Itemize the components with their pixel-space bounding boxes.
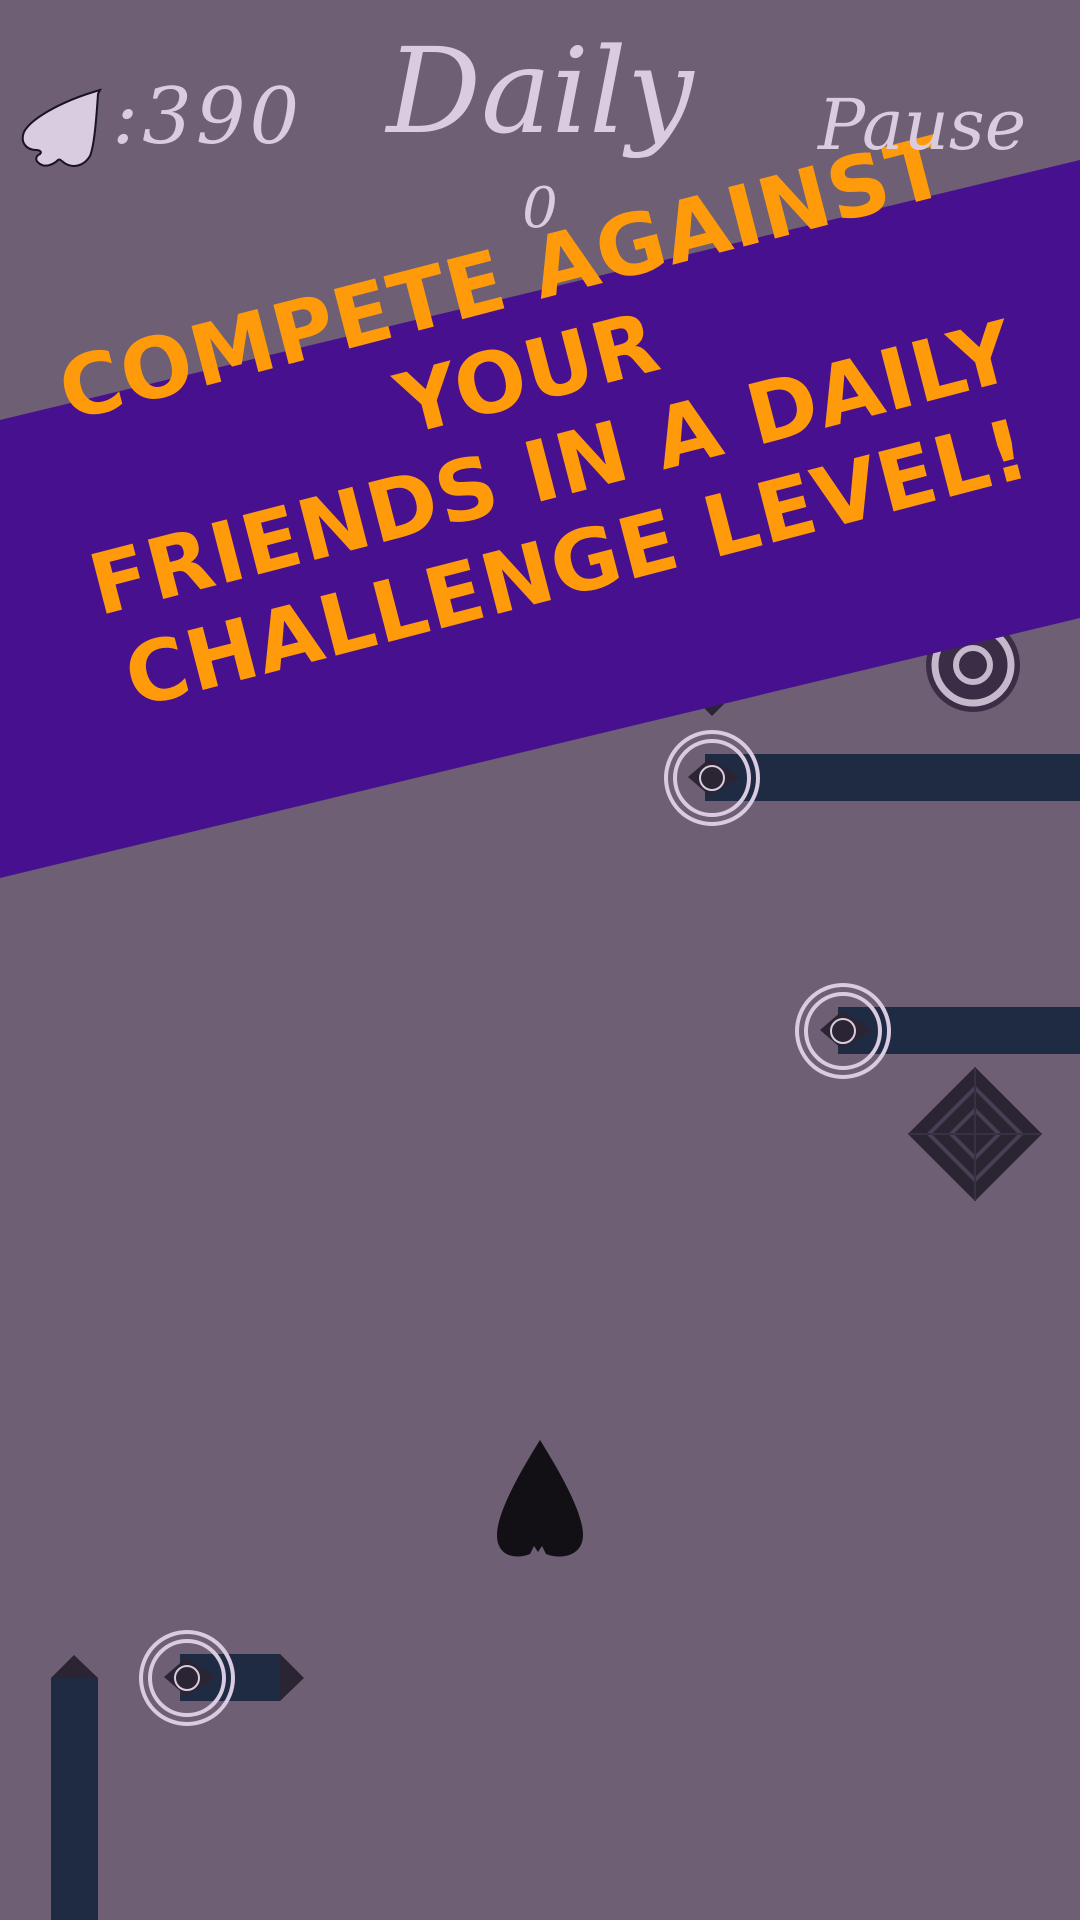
bar-end-cap xyxy=(280,1654,304,1701)
platform-bar xyxy=(705,754,1080,801)
spade-player-icon[interactable] xyxy=(497,1440,583,1557)
pause-button[interactable]: Pause xyxy=(818,84,1026,166)
score-value: 0 xyxy=(522,176,558,241)
diamond-obstacle-icon xyxy=(908,1067,1042,1201)
bar-end-cap xyxy=(700,704,724,716)
game-screen[interactable]: COMPETE AGAINST YOUR FRIENDS IN A DAILY … xyxy=(0,0,1080,1920)
platform-bar xyxy=(51,1678,98,1920)
dark-ring-target-icon[interactable] xyxy=(926,618,1020,712)
bar-end-cap xyxy=(51,1655,98,1678)
